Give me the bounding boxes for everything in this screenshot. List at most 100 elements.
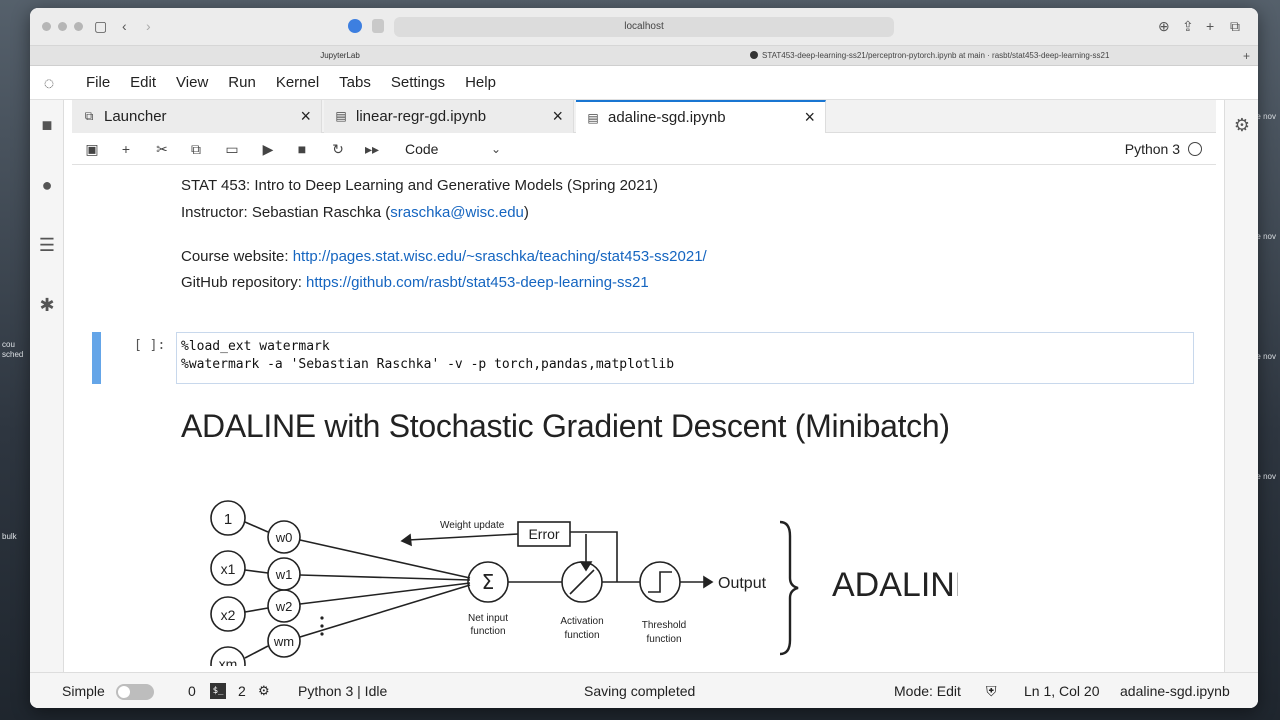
- chevron-down-icon: ⌄: [490, 142, 501, 156]
- github-link[interactable]: https://github.com/rasbt/stat453-deep-le…: [306, 274, 649, 291]
- running-icon[interactable]: ●: [36, 174, 58, 196]
- kernel-status-icon: [1188, 142, 1202, 156]
- left-sidebar: ■ ● ☰ ✱: [30, 100, 64, 672]
- run-icon[interactable]: ▶: [258, 139, 278, 159]
- extension-icon[interactable]: ✱: [36, 294, 58, 316]
- kernel-count[interactable]: 2: [238, 673, 246, 708]
- code-cell[interactable]: [ ]: %load_ext watermark %watermark -a '…: [92, 332, 1194, 384]
- close-icon[interactable]: ×: [300, 100, 311, 133]
- share-icon[interactable]: ⇪: [1182, 18, 1194, 34]
- terminal-icon[interactable]: $_: [210, 683, 226, 699]
- launcher-icon: ⧉: [84, 109, 94, 123]
- shield-icon[interactable]: [372, 19, 384, 33]
- code-editor[interactable]: %load_ext watermark %watermark -a 'Sebas…: [176, 332, 1194, 384]
- add-cell-icon[interactable]: +: [116, 139, 136, 159]
- back-icon[interactable]: ‹: [122, 18, 127, 34]
- md-instructor: Instructor: Sebastian Raschka (sraschka@…: [181, 203, 529, 223]
- input-label: x1: [221, 561, 236, 577]
- weight-label: wm: [273, 634, 294, 649]
- menu-settings[interactable]: Settings: [381, 66, 455, 100]
- notebook-icon: ▤: [335, 109, 347, 123]
- error-label: Error: [528, 526, 559, 542]
- tab-linear-regr[interactable]: ▤ linear-regr-gd.ipynb ×: [324, 100, 574, 133]
- new-tab-icon[interactable]: +: [1206, 18, 1214, 34]
- cut-icon[interactable]: ✂: [152, 139, 172, 159]
- notebook-icon: ▤: [587, 111, 599, 125]
- extension-status-icon[interactable]: ⚙: [258, 673, 270, 708]
- website-label: Course website:: [181, 248, 293, 265]
- code-line: %watermark -a 'Sebastian Raschka' -v -p …: [181, 357, 675, 372]
- adaline-label: ADALINE: [832, 566, 958, 604]
- net-input-label: function: [470, 626, 505, 637]
- status-bar: Simple 0 $_ 2 ⚙ Python 3 | Idle Saving c…: [30, 672, 1258, 708]
- address-bar[interactable]: localhost: [394, 17, 894, 37]
- instructor-suffix: ): [523, 204, 529, 221]
- close-icon[interactable]: ×: [804, 102, 815, 133]
- trust-icon[interactable]: ⛨: [986, 673, 997, 708]
- tab-launcher[interactable]: ⧉ Launcher ×: [72, 100, 322, 133]
- restart-icon[interactable]: ↻: [328, 139, 348, 159]
- notebook-tabs: ⧉ Launcher × ▤ linear-regr-gd.ipynb × ▤ …: [72, 100, 1216, 133]
- menu-edit[interactable]: Edit: [120, 66, 166, 100]
- menu-tabs[interactable]: Tabs: [329, 66, 381, 100]
- tabs-overview-icon[interactable]: ⧉: [1230, 18, 1240, 34]
- notebook-content: STAT 453: Intro to Deep Learning and Gen…: [72, 166, 1216, 672]
- browser-titlebar: ▢ ‹ › localhost ⊕ ⇪ + ⧉: [30, 8, 1258, 46]
- edit-mode: Mode: Edit: [894, 683, 961, 699]
- kernel-status[interactable]: Python 3 | Idle: [298, 673, 387, 708]
- code-line: %load_ext watermark: [181, 339, 330, 354]
- weight-label: w2: [275, 599, 293, 614]
- close-icon[interactable]: ×: [552, 100, 563, 133]
- menu-help[interactable]: Help: [455, 66, 506, 100]
- right-sidebar: ⚙: [1224, 100, 1258, 672]
- input-label: xm: [219, 656, 238, 666]
- add-tab-icon[interactable]: +: [1243, 48, 1250, 64]
- browser-tabstrip: JupyterLab STAT453-deep-learning-ss21/pe…: [30, 46, 1258, 66]
- sigma-icon: Σ: [482, 570, 495, 594]
- save-icon[interactable]: ▣: [82, 139, 102, 159]
- privacy-icon[interactable]: [348, 19, 362, 33]
- desktop-label: sched: [2, 350, 24, 359]
- cursor-position[interactable]: Ln 1, Col 20: [1024, 673, 1100, 708]
- window-controls[interactable]: [42, 22, 83, 31]
- instructor-text: Instructor: Sebastian Raschka (: [181, 204, 391, 221]
- md-website: Course website: http://pages.stat.wisc.e…: [181, 247, 707, 267]
- main-area: ⧉ Launcher × ▤ linear-regr-gd.ipynb × ▤ …: [72, 100, 1216, 672]
- jupyter-logo-icon: ◌: [43, 73, 55, 93]
- cell-prompt: [ ]:: [134, 338, 166, 353]
- stop-icon[interactable]: ■: [292, 139, 312, 159]
- folder-icon[interactable]: ■: [36, 114, 58, 136]
- menu-kernel[interactable]: Kernel: [266, 66, 329, 100]
- menu-list: File Edit View Run Kernel Tabs Settings …: [76, 66, 506, 100]
- github-label: GitHub repository:: [181, 274, 307, 291]
- simple-mode-toggle[interactable]: [116, 684, 154, 700]
- download-icon[interactable]: ⊕: [1158, 18, 1170, 34]
- menu-view[interactable]: View: [166, 66, 218, 100]
- active-cell-bar[interactable]: [92, 332, 101, 384]
- kernel-indicator[interactable]: Python 3: [1125, 139, 1202, 159]
- fast-forward-icon[interactable]: ▸▸: [362, 139, 382, 159]
- cell-type-select[interactable]: Code ⌄: [405, 138, 505, 160]
- toc-icon[interactable]: ☰: [36, 234, 58, 256]
- instructor-email-link[interactable]: sraschka@wisc.edu: [390, 204, 524, 221]
- jupyter-menubar: ◌ File Edit View Run Kernel Tabs Setting…: [30, 66, 1258, 100]
- property-inspector-icon[interactable]: ⚙: [1231, 114, 1253, 136]
- saving-status: Saving completed: [584, 683, 696, 699]
- weight-update-label: Weight update: [440, 520, 505, 531]
- threshold-label: function: [646, 634, 681, 645]
- website-link[interactable]: http://pages.stat.wisc.edu/~sraschka/tea…: [293, 248, 707, 265]
- menu-file[interactable]: File: [76, 66, 120, 100]
- paste-icon[interactable]: ▭: [222, 139, 242, 159]
- activation-label: function: [564, 630, 599, 641]
- browser-tab-jupyterlab[interactable]: JupyterLab: [30, 48, 650, 64]
- menu-run[interactable]: Run: [218, 66, 266, 100]
- browser-tab-github[interactable]: STAT453-deep-learning-ss21/perceptron-py…: [750, 48, 1220, 64]
- sidebar-icon[interactable]: ▢: [94, 18, 107, 34]
- simple-mode-label: Simple: [62, 683, 105, 699]
- copy-icon[interactable]: ⧉: [186, 139, 206, 159]
- github-icon: [750, 51, 758, 59]
- tab-adaline-sgd[interactable]: ▤ adaline-sgd.ipynb ×: [576, 100, 826, 133]
- threshold-label: Threshold: [642, 620, 686, 631]
- terminal-count[interactable]: 0: [188, 673, 196, 708]
- forward-icon[interactable]: ›: [146, 18, 151, 34]
